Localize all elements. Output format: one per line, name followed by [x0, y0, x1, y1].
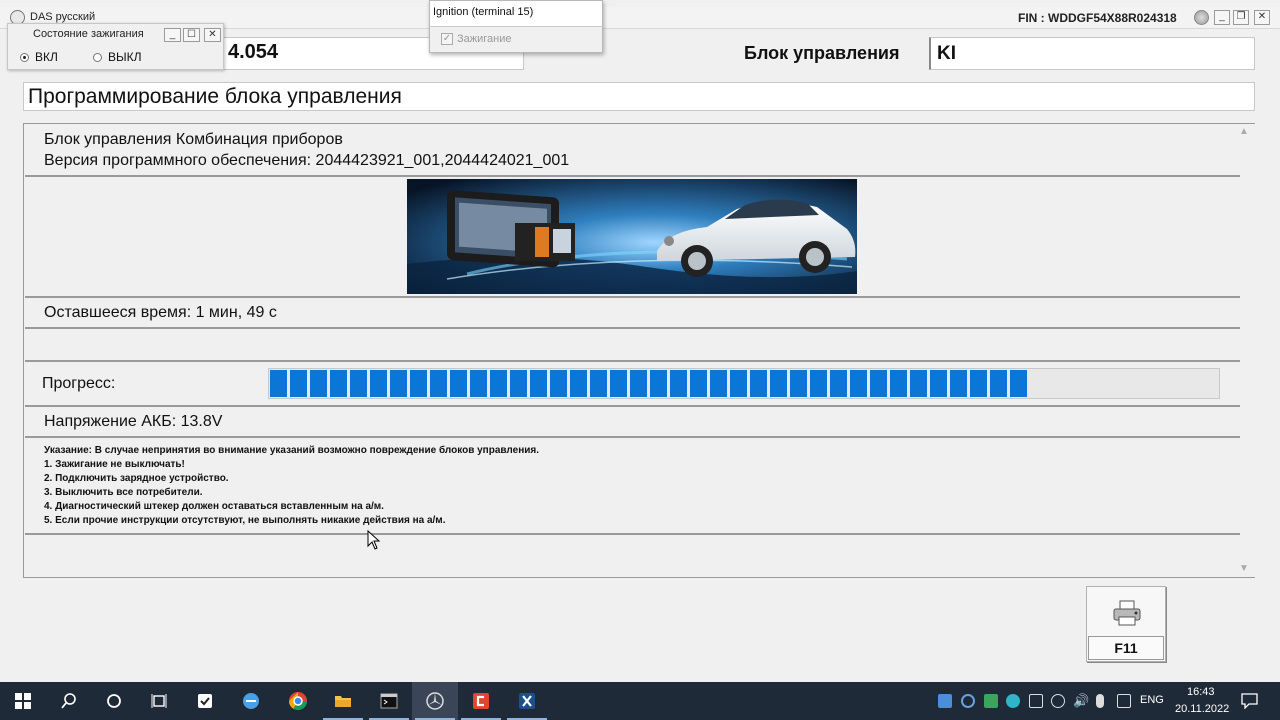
taskbar-xentry[interactable]	[504, 682, 550, 720]
taskbar-app-minus[interactable]	[228, 682, 274, 720]
ignition-on-label: ВКЛ	[35, 50, 58, 64]
banner-section	[25, 177, 1240, 298]
cortana-icon	[107, 694, 121, 708]
banner-illustration	[407, 179, 857, 294]
ignition-checkbox-row: ✓ Зажигание	[430, 26, 602, 52]
taskbar-chrome[interactable]	[275, 682, 321, 720]
taskbar-das[interactable]	[412, 682, 458, 720]
voltage-section: Напряжение АКБ: 13.8V	[25, 407, 1240, 438]
start-button[interactable]	[0, 682, 46, 720]
banner-image	[407, 179, 857, 294]
page-title-box: Программирование блока управления	[23, 82, 1255, 111]
chrome-icon	[289, 692, 307, 711]
tray-app-icon[interactable]	[938, 694, 952, 708]
taskbar-cortana[interactable]	[91, 682, 137, 720]
progress-label: Прогресс:	[42, 375, 116, 392]
ignition-off-label: ВЫКЛ	[108, 50, 142, 64]
progress-section: Прогресс:	[25, 362, 1240, 407]
remaining-time: Оставшееся время: 1 мин, 49 с	[44, 304, 277, 321]
mercedes-das-icon	[426, 692, 444, 710]
note-warning: Указание: В случае непринятия во внимани…	[44, 445, 539, 456]
ignition-checkbox-label: Зажигание	[457, 33, 512, 45]
note-item: 1. Зажигание не выключать!	[44, 459, 185, 470]
ignition-checkbox[interactable]: ✓	[441, 33, 453, 45]
taskbar-app-check[interactable]	[182, 682, 228, 720]
print-button[interactable]: F11	[1086, 586, 1166, 662]
restore-button[interactable]: ❐	[1233, 10, 1249, 25]
radio-unselected-icon	[93, 53, 102, 62]
windows-start-icon	[15, 693, 31, 709]
taskbar-terminal[interactable]	[366, 682, 412, 720]
minimize-button[interactable]: _	[1214, 10, 1230, 25]
tray-sync-icon[interactable]	[961, 694, 975, 708]
app-title: DAS русский	[30, 11, 96, 23]
radio-ignition-on[interactable]: ВКЛ	[20, 50, 58, 64]
control-unit-label: Блок управления	[744, 43, 900, 63]
volume-icon[interactable]: 🔊	[1073, 693, 1089, 709]
scroll-down-arrow-icon[interactable]: ▼	[1239, 563, 1249, 574]
search-icon	[61, 693, 76, 709]
terminal-icon	[380, 693, 398, 709]
xentry-icon	[519, 693, 535, 709]
scroll-up-arrow-icon[interactable]: ▲	[1239, 126, 1249, 137]
tray-network-app-icon[interactable]	[1006, 694, 1020, 708]
taskbar-red-app[interactable]	[458, 682, 504, 720]
taskbar: 🔊 ENG 16:43 20.11.2022	[0, 682, 1280, 720]
control-unit-value: KI	[937, 43, 956, 64]
mouse-cursor-icon	[367, 530, 381, 550]
check-app-icon	[198, 694, 212, 708]
ignition-maximize-button[interactable]: ☐	[183, 28, 200, 42]
battery-voltage: Напряжение АКБ: 13.8V	[44, 413, 223, 430]
notification-center-icon[interactable]	[1241, 693, 1258, 709]
page-title: Программирование блока управления	[28, 85, 402, 108]
fin-label: FIN : WDDGF54X88R024318	[1018, 11, 1177, 25]
radio-ignition-off[interactable]: ВЫКЛ	[93, 50, 142, 64]
taskbar-task-view[interactable]	[136, 682, 182, 720]
globe-icon[interactable]	[1194, 10, 1209, 25]
ecu-unit-line: Блок управления Комбинация приборов	[44, 131, 343, 148]
ignition-close-button[interactable]: ✕	[204, 28, 221, 42]
note-item: 3. Выключить все потребители.	[44, 487, 203, 498]
ignition-minimize-button[interactable]: _	[164, 28, 181, 42]
tray-display-icon[interactable]	[1117, 694, 1131, 708]
ignition-state-window: Состояние зажигания _ ☐ ✕ ВКЛ ВЫКЛ	[7, 23, 224, 70]
printer-icon	[1113, 600, 1141, 626]
ignition-window-title: Состояние зажигания	[33, 28, 144, 40]
taskbar-file-explorer[interactable]	[320, 682, 366, 720]
ignition-terminal-popup: Ignition (terminal 15) ✓ Зажигание	[429, 0, 603, 53]
task-view-icon	[151, 694, 167, 708]
globe-network-icon[interactable]	[1051, 694, 1065, 708]
remaining-time-section: Оставшееся время: 1 мин, 49 с	[25, 298, 1240, 329]
close-button[interactable]: ✕	[1254, 10, 1270, 25]
input-language[interactable]: ENG	[1140, 694, 1164, 706]
control-unit-field: KI	[929, 37, 1255, 70]
progress-bar	[268, 368, 1220, 399]
note-item: 4. Диагностический штекер должен остават…	[44, 501, 384, 512]
clock-date[interactable]: 20.11.2022	[1175, 703, 1229, 715]
diagnostic-box-graphic	[515, 223, 575, 261]
clock-time[interactable]: 16:43	[1187, 686, 1215, 698]
empty-row	[25, 329, 1240, 362]
battery-icon[interactable]	[1029, 694, 1043, 708]
software-version: 4.054	[228, 41, 279, 63]
progress-fill	[270, 370, 1027, 397]
file-explorer-icon	[335, 696, 351, 707]
taskbar-search[interactable]	[46, 682, 92, 720]
terminal-popup-title: Ignition (terminal 15)	[433, 6, 534, 18]
ecu-software-line: Версия программного обеспечения: 2044423…	[44, 152, 570, 169]
red-app-icon	[473, 693, 489, 709]
microphone-icon[interactable]	[1096, 694, 1104, 708]
notes-section: Указание: В случае непринятия во внимани…	[25, 438, 1240, 535]
tray-security-icon[interactable]	[984, 694, 998, 708]
note-item: 2. Подключить зарядное устройство.	[44, 473, 229, 484]
ecu-info-section: Блок управления Комбинация приборов Верс…	[25, 124, 1240, 177]
f11-key-label: F11	[1088, 636, 1164, 660]
programming-panel: Блок управления Комбинация приборов Верс…	[23, 123, 1255, 578]
minus-app-icon	[243, 693, 259, 709]
radio-selected-icon	[20, 53, 29, 62]
note-item: 5. Если прочие инструкции отсутствуют, н…	[44, 515, 446, 526]
